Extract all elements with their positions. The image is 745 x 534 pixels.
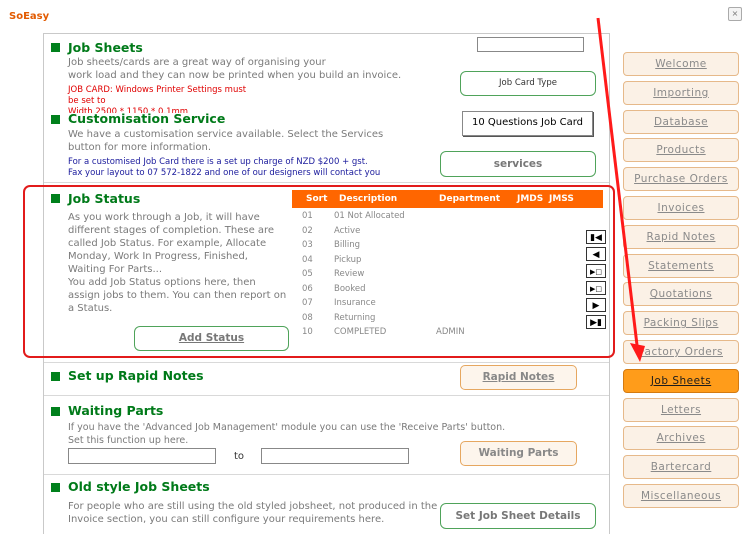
waiting-parts-bullet bbox=[51, 407, 60, 416]
section-divider bbox=[44, 395, 609, 396]
app-title: SoEasy bbox=[9, 11, 50, 22]
sidebar-item-invoices[interactable]: Invoices bbox=[623, 196, 739, 220]
close-icon[interactable]: × bbox=[728, 7, 742, 21]
customisation-info-1: For a customised Job Card there is a set… bbox=[68, 157, 368, 167]
sidebar-item-welcome[interactable]: Welcome bbox=[623, 52, 739, 76]
sidebar-item-label: Statements bbox=[648, 259, 714, 272]
sidebar-item-label: Purchase Orders bbox=[634, 173, 728, 186]
waiting-parts-button[interactable]: Waiting Parts bbox=[460, 441, 577, 466]
sidebar-item-label: Bartercard bbox=[650, 461, 712, 474]
waiting-parts-to-input[interactable] bbox=[261, 448, 409, 464]
job-sheets-title: Job Sheets bbox=[68, 40, 143, 55]
waiting-parts-title: Waiting Parts bbox=[68, 403, 164, 418]
waiting-parts-to-label: to bbox=[234, 451, 245, 462]
waiting-parts-from-input[interactable] bbox=[68, 448, 216, 464]
sidebar-item-rapid-notes[interactable]: Rapid Notes bbox=[623, 224, 739, 249]
job-sheets-bullet bbox=[51, 43, 60, 52]
section-divider bbox=[44, 362, 609, 363]
questions-job-card-button[interactable]: 10 Questions Job Card bbox=[462, 111, 593, 136]
sidebar-item-label: Factory Orders bbox=[638, 346, 723, 358]
sidebar-item-label: Products bbox=[656, 144, 706, 157]
sidebar-item-job-sheets[interactable]: Job Sheets bbox=[623, 368, 739, 393]
rapid-notes-title: Set up Rapid Notes bbox=[68, 368, 204, 383]
sidebar-item-label: Packing Slips bbox=[643, 317, 719, 330]
sidebar-item-label: Database bbox=[653, 115, 709, 128]
sidebar-item-label: Importing bbox=[653, 86, 709, 99]
sidebar-item-packing-slips[interactable]: Packing Slips bbox=[623, 311, 739, 336]
job-card-type-button[interactable]: Job Card Type bbox=[460, 71, 596, 96]
job-sheets-desc-2: work load and they can now be printed wh… bbox=[68, 70, 402, 81]
sidebar-item-letters[interactable]: Letters bbox=[623, 397, 739, 422]
job-status-highlight-box bbox=[23, 185, 615, 358]
services-button[interactable]: services bbox=[440, 151, 596, 177]
old-style-desc-2: Invoice section, you can still configure… bbox=[68, 514, 385, 525]
sidebar-item-statements[interactable]: Statements bbox=[623, 253, 739, 278]
sidebar-item-label: Rapid Notes bbox=[646, 230, 716, 243]
sidebar-item-label: Miscellaneous bbox=[640, 490, 722, 502]
sidebar-item-label: Letters bbox=[660, 403, 702, 416]
customisation-title: Customisation Service bbox=[68, 111, 226, 126]
sidebar-item-database[interactable]: Database bbox=[623, 109, 739, 134]
sidebar-item-bartercard[interactable]: Bartercard bbox=[623, 455, 739, 480]
customisation-desc-1: We have a customisation service availabl… bbox=[68, 129, 384, 140]
sidebar-item-label: Welcome bbox=[655, 58, 707, 70]
sidebar-item-archives[interactable]: Archives bbox=[623, 426, 739, 451]
set-job-sheet-details-button[interactable]: Set Job Sheet Details bbox=[440, 503, 596, 529]
job-sheets-input[interactable] bbox=[477, 37, 584, 52]
job-sheets-desc-1: Job sheets/cards are a great way of orga… bbox=[68, 57, 326, 68]
customisation-desc-2: button for more information. bbox=[68, 142, 212, 153]
sidebar-item-factory-orders[interactable]: Factory Orders bbox=[623, 340, 739, 364]
printer-warning-2: be set to bbox=[68, 96, 106, 106]
rapid-notes-button-label: Rapid Notes bbox=[482, 371, 555, 383]
old-style-desc-1: For people who are still using the old s… bbox=[68, 501, 438, 512]
sidebar-item-label: Quotations bbox=[649, 288, 713, 301]
customisation-info-2: Fax your layout to 07 572-1822 and one o… bbox=[68, 168, 381, 178]
sidebar-item-label: Archives bbox=[656, 432, 706, 445]
printer-warning-1: JOB CARD: Windows Printer Settings must bbox=[68, 85, 247, 95]
customisation-bullet bbox=[51, 115, 60, 124]
section-divider bbox=[44, 474, 609, 475]
sidebar-item-label: Job Sheets bbox=[650, 374, 712, 387]
sidebar-item-importing[interactable]: Importing bbox=[623, 80, 739, 105]
sidebar-item-purchase-orders[interactable]: Purchase Orders bbox=[623, 167, 739, 192]
sidebar-item-quotations[interactable]: Quotations bbox=[623, 282, 739, 307]
waiting-parts-desc-2: Set this function up here. bbox=[68, 435, 189, 446]
sidebar-item-products[interactable]: Products bbox=[623, 138, 739, 163]
section-divider bbox=[44, 182, 609, 183]
sidebar-item-label: Invoices bbox=[657, 202, 705, 214]
waiting-parts-desc-1: If you have the 'Advanced Job Management… bbox=[68, 422, 506, 433]
rapid-notes-bullet bbox=[51, 372, 60, 381]
old-style-title: Old style Job Sheets bbox=[68, 479, 210, 494]
rapid-notes-button[interactable]: Rapid Notes bbox=[460, 365, 577, 390]
sidebar-item-miscellaneous[interactable]: Miscellaneous bbox=[623, 484, 739, 508]
old-style-bullet bbox=[51, 483, 60, 492]
